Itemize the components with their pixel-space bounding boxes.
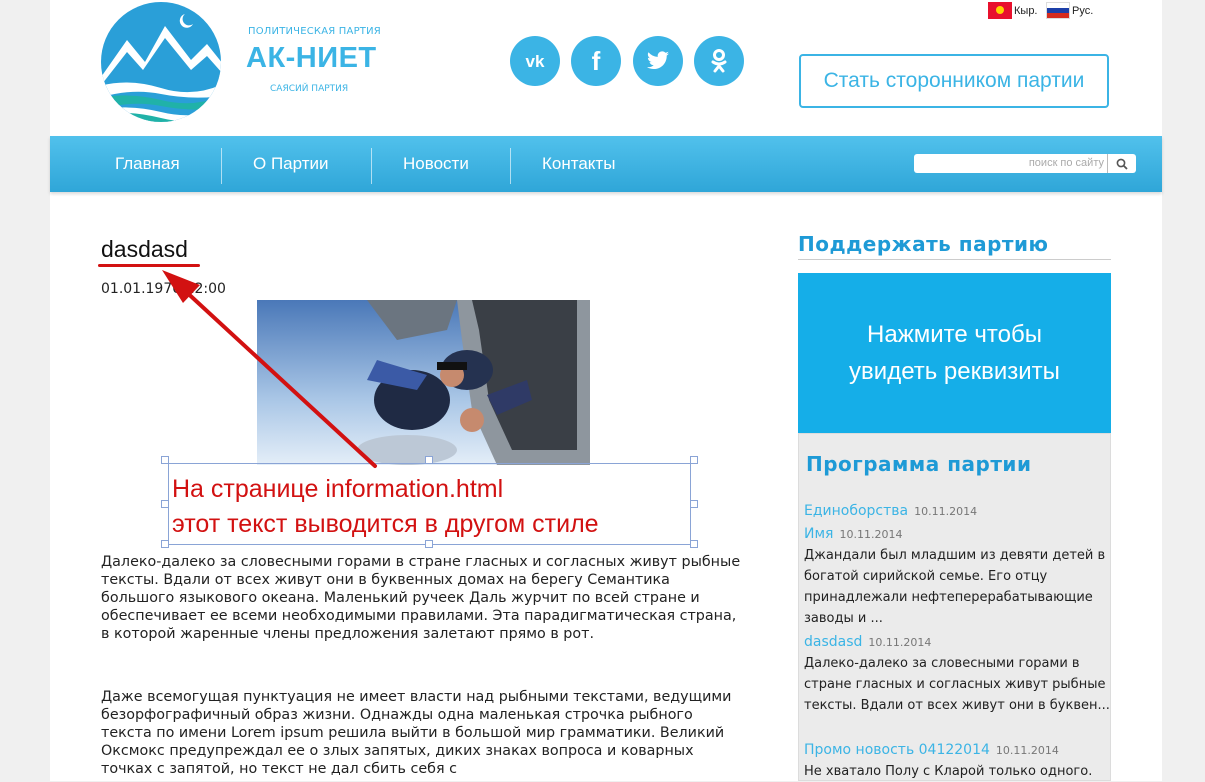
news-date: 10.11.2014 xyxy=(868,636,932,649)
page: ПОЛИТИЧЕСКАЯ ПАРТИЯ АК-НИЕТ САЯСИЙ ПАРТИ… xyxy=(50,0,1162,781)
annotation-line-1: На странице information.html xyxy=(172,475,504,503)
news-item: Промо новость 04122014 10.11.2014 Не хват… xyxy=(804,740,1110,782)
article-title: dasdasd xyxy=(101,236,188,262)
main-nav: Главная О Партии Новости Контакты xyxy=(50,136,1162,192)
brand-subtitle: САЯСИЙ ПАРТИЯ xyxy=(270,84,349,94)
resize-handle[interactable] xyxy=(161,540,169,548)
nav-item-home[interactable]: Главная xyxy=(115,136,180,192)
brand-tagline: ПОЛИТИЧЕСКАЯ ПАРТИЯ xyxy=(248,26,381,37)
party-program-heading: Программа партии xyxy=(806,452,1032,476)
annotation-text: На странице information.html этот текст … xyxy=(172,472,599,542)
resize-handle[interactable] xyxy=(690,540,698,548)
search-input[interactable] xyxy=(918,155,1104,171)
annotation-line-2: этот текст выводится в другом стиле xyxy=(172,510,599,538)
party-logo[interactable] xyxy=(99,0,223,124)
svg-text:f: f xyxy=(592,48,601,74)
news-title-link[interactable]: Имя xyxy=(804,526,833,542)
resize-handle[interactable] xyxy=(161,456,169,464)
resize-handle[interactable] xyxy=(690,500,698,508)
lang-kyrgyz-link[interactable]: Кыр. xyxy=(988,2,1038,19)
lang-kyrgyz-label: Кыр. xyxy=(1014,4,1038,17)
resize-handle[interactable] xyxy=(690,456,698,464)
party-program-panel: Программа партии Единоборства 10.11.2014 … xyxy=(798,433,1111,781)
search-button[interactable] xyxy=(1107,154,1136,173)
resize-handle[interactable] xyxy=(161,500,169,508)
resize-handle[interactable] xyxy=(425,456,433,464)
show-requisites-button[interactable]: Нажмите чтобы увидеть реквизиты xyxy=(798,273,1111,433)
russian-flag-icon xyxy=(1046,2,1070,19)
news-item: dasdasd 10.11.2014 Далеко-далеко за слове… xyxy=(804,632,1110,716)
svg-text:vk: vk xyxy=(526,53,545,69)
requisites-line-2: увидеть реквизиты xyxy=(849,358,1060,385)
search-icon xyxy=(1116,158,1128,170)
brand-name[interactable]: АК-НИЕТ xyxy=(246,42,377,75)
nav-item-about[interactable]: О Партии xyxy=(253,136,328,192)
lang-russian-label: Рус. xyxy=(1072,4,1094,17)
nav-item-news[interactable]: Новости xyxy=(403,136,469,192)
news-excerpt: Не хватало Полу с Кларой только одного. xyxy=(804,764,1093,779)
facebook-icon[interactable]: f xyxy=(571,36,621,86)
news-title-link[interactable]: Промо новость 04122014 xyxy=(804,742,990,758)
article-date: 01.01.1970 12:00 xyxy=(101,281,226,297)
news-item: Имя 10.11.2014 Джандали был младшим из де… xyxy=(804,524,1110,629)
news-date: 10.11.2014 xyxy=(914,505,978,518)
news-excerpt: Далеко-далеко за словесными горами в стр… xyxy=(804,656,1110,713)
requisites-line-1: Нажмите чтобы xyxy=(867,321,1042,348)
article-photo xyxy=(257,300,590,465)
divider xyxy=(798,259,1111,260)
support-party-heading: Поддержать партию xyxy=(798,232,1049,256)
news-title-link[interactable]: dasdasd xyxy=(804,634,862,650)
vk-icon[interactable]: vk xyxy=(510,36,560,86)
nav-divider xyxy=(221,148,222,184)
become-supporter-button[interactable]: Стать сторонником партии xyxy=(799,54,1109,108)
annotation-underline xyxy=(98,264,200,267)
twitter-icon[interactable] xyxy=(633,36,683,86)
news-title-link[interactable]: Единоборства xyxy=(804,503,908,519)
news-date: 10.11.2014 xyxy=(995,744,1059,757)
site-search xyxy=(914,154,1136,173)
odnoklassniki-icon[interactable] xyxy=(694,36,744,86)
article-paragraph-2: Даже всемогущая пунктуация не имеет влас… xyxy=(101,689,732,777)
kyrgyz-flag-icon xyxy=(988,2,1012,19)
news-item: Единоборства 10.11.2014 xyxy=(804,501,1110,522)
news-excerpt: Джандали был младшим из девяти детей в б… xyxy=(804,548,1106,626)
nav-divider xyxy=(510,148,511,184)
nav-divider xyxy=(371,148,372,184)
article-paragraph-1: Далеко-далеко за словесными горами в стр… xyxy=(101,554,741,642)
lang-russian-link[interactable]: Рус. xyxy=(1046,2,1093,19)
news-date: 10.11.2014 xyxy=(839,528,903,541)
nav-item-contacts[interactable]: Контакты xyxy=(542,136,615,192)
